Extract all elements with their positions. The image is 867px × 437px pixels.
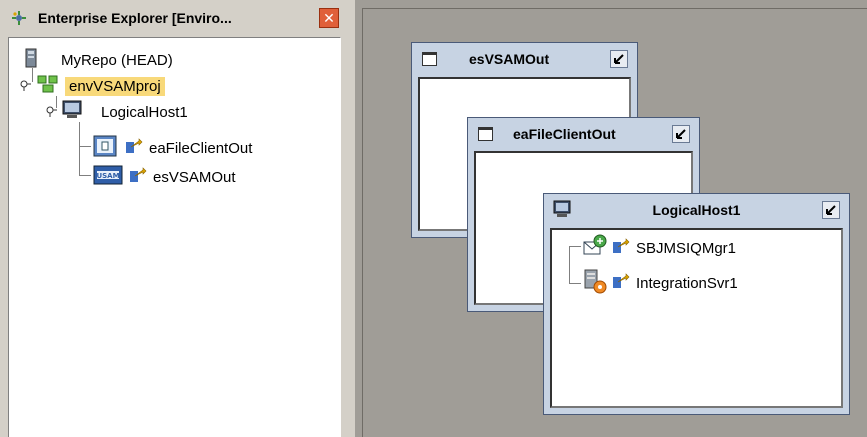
frame-title: esVSAMOut (469, 51, 550, 67)
tree-item-logical-host[interactable]: LogicalHost1 (43, 100, 192, 124)
frame-title: eaFileClientOut (513, 126, 616, 142)
deploy-arrow-icon (612, 238, 630, 258)
jms-server-icon (582, 234, 608, 262)
tree-item-vsam[interactable]: USAM esVSAMOut (93, 165, 240, 189)
computer-icon (61, 100, 83, 124)
svg-text:USAM: USAM (96, 172, 119, 180)
frame-body: SBJMSIQMgr1 IntegrationSvr1 (550, 228, 843, 408)
project-icon (37, 74, 59, 98)
explorer-tree: MyRepo (HEAD) envVSAMproj LogicalHost1 e… (8, 37, 341, 437)
frame-logicalhost1[interactable]: LogicalHost1 SBJMSIQMgr1 IntegrationSvr1 (543, 193, 850, 415)
maximize-button[interactable] (610, 50, 628, 68)
repository-icon (23, 48, 39, 72)
enterprise-explorer-panel: Enterprise Explorer [Enviro... ✕ MyRepo … (0, 0, 347, 437)
tree-item-jms-server[interactable]: SBJMSIQMgr1 (582, 234, 740, 262)
explorer-title: Enterprise Explorer [Enviro... (38, 10, 232, 26)
tree-item-label: IntegrationSvr1 (636, 274, 738, 292)
tree-item-label: MyRepo (HEAD) (61, 51, 173, 69)
tree-item-project[interactable]: envVSAMproj (17, 74, 165, 98)
explorer-icon (10, 9, 28, 27)
file-connector-icon (93, 135, 117, 161)
deploy-arrow-icon (612, 273, 630, 293)
frame-titlebar[interactable]: eaFileClientOut (471, 121, 696, 147)
tree-item-label: LogicalHost1 (101, 103, 188, 121)
explorer-titlebar: Enterprise Explorer [Enviro... ✕ (6, 6, 341, 30)
window-icon (478, 127, 493, 141)
tree-item-file-client[interactable]: eaFileClientOut (93, 135, 256, 161)
frame-titlebar[interactable]: LogicalHost1 (547, 197, 846, 223)
maximize-button[interactable] (822, 201, 840, 219)
maximize-button[interactable] (672, 125, 690, 143)
deploy-arrow-icon (129, 167, 147, 187)
splitter[interactable] (348, 0, 354, 437)
tree-item-label: SBJMSIQMgr1 (636, 239, 737, 257)
canvas-area[interactable]: esVSAMOut eaFileClientOut LogicalHost1 S… (362, 8, 867, 437)
vsam-connector-icon: USAM (93, 165, 123, 189)
tree-item-label: esVSAMOut (153, 168, 236, 186)
environment-canvas: esVSAMOut eaFileClientOut LogicalHost1 S… (355, 0, 867, 437)
deploy-arrow-icon (125, 138, 143, 158)
tree-item-label: eaFileClientOut (149, 139, 253, 157)
integration-server-icon (582, 268, 608, 298)
window-icon (422, 52, 437, 66)
tree-item-repo[interactable]: MyRepo (HEAD) (23, 48, 177, 72)
expand-toggle-icon[interactable] (17, 77, 31, 95)
tree-item-label: envVSAMproj (65, 76, 165, 96)
frame-titlebar[interactable]: esVSAMOut (415, 46, 634, 72)
frame-title: LogicalHost1 (652, 202, 741, 218)
expand-toggle-icon[interactable] (43, 103, 57, 121)
tree-item-integration-server[interactable]: IntegrationSvr1 (582, 268, 742, 298)
close-icon[interactable]: ✕ (319, 8, 339, 28)
